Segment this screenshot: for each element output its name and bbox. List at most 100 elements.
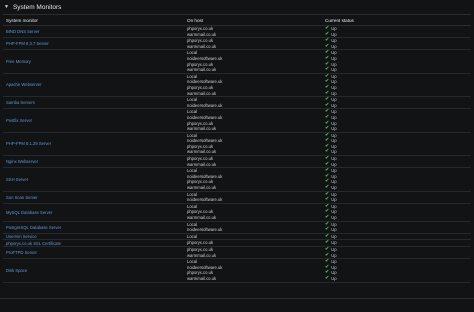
table-row: PostgreSQL Database Server Local noideerso… — [3, 221, 471, 234]
status-list: ✔ Up ✔ Up — [325, 155, 471, 168]
monitor-link[interactable]: PHP-FPM 8.3.7 Server — [6, 38, 187, 49]
host-name: Local — [187, 233, 198, 239]
monitor-link[interactable]: ProFTPD Server — [6, 247, 187, 258]
status-up: ✔ Up — [325, 125, 471, 132]
status-text: Up — [331, 240, 337, 246]
panel-header[interactable]: ▼ System Monitors — [0, 0, 474, 14]
host-name: warmmail.co.uk — [187, 275, 217, 281]
host-list: Local noideersoftware.uk phporyx.co.uk warm… — [187, 50, 325, 72]
host-list: phporyx.co.uk warmmail.co.uk — [187, 38, 325, 49]
host-list: Local noideersoftware.uk phporyx.co.uk warm… — [187, 133, 325, 155]
host-name: phporyx.co.uk — [187, 240, 214, 246]
host-name: warmmail.co.uk — [187, 215, 217, 220]
monitor-link[interactable]: PHP-FPM 8.1.29 Server — [6, 133, 187, 155]
monitor-link[interactable]: PostgreSQL Database Server — [6, 222, 187, 233]
host-name: warmmail.co.uk — [187, 90, 217, 96]
host-list: Local noideersoftware.uk — [187, 192, 325, 203]
host-name: warmmail.co.uk — [187, 31, 217, 37]
table-row: ProFTPD Server phporyx.co.uk warmmail.co.u… — [3, 246, 471, 260]
col-monitor[interactable]: System monitor — [6, 18, 187, 23]
status-up: ✔ Up — [325, 161, 471, 168]
status-text: Up — [331, 126, 337, 132]
status-text: Up — [331, 161, 337, 167]
status-text: Up — [331, 90, 337, 96]
table-row: Nginx Webserver phporyx.co.uk warmmail.co.… — [3, 155, 471, 169]
status-text: Up — [331, 31, 337, 37]
monitor-link[interactable]: Free Memory — [6, 50, 187, 72]
host-name: warmmail.co.uk — [187, 161, 217, 167]
check-icon: ✔ — [325, 274, 330, 281]
host-name: warmmail.co.uk — [187, 43, 217, 49]
table-row: Sun Scan Server Local noideersoftware.uk ✔ U… — [3, 191, 471, 204]
host-list: Local noideersoftware.uk phporyx.co.uk warm… — [187, 109, 325, 131]
monitor-link[interactable]: Nginx Webserver — [6, 156, 187, 167]
status-up: ✔ Up — [325, 102, 471, 109]
status-text: Up — [331, 185, 337, 191]
status-list: ✔ Up ✔ Up — [325, 191, 471, 203]
status-list: ✔ Up ✔ Up — [325, 38, 471, 49]
monitor-link[interactable]: SSH Server — [6, 168, 187, 190]
table-row: SSH Server Local noideersoftware.uk phporyx… — [3, 168, 471, 192]
status-text: Up — [331, 149, 337, 155]
host-name: noideersoftware.uk — [187, 197, 223, 203]
table-body: BIND DNS Server phporyx.co.uk warmmail.co.… — [3, 25, 471, 283]
check-icon: ✔ — [325, 66, 330, 73]
monitor-link[interactable]: Sun Scan Server — [6, 192, 187, 203]
status-text: Up — [331, 227, 337, 233]
check-icon: ✔ — [325, 226, 330, 233]
monitor-link[interactable]: phporyx.co.uk SSL Certificate — [6, 240, 187, 246]
status-up: ✔ Up — [325, 274, 471, 282]
monitor-link[interactable]: Apache Webserver — [6, 74, 187, 96]
monitors-table: System monitor On host Current status BI… — [3, 14, 471, 283]
host-list: Local — [187, 234, 325, 240]
host-name: warmmail.co.uk — [187, 67, 217, 73]
status-list: ✔ Up ✔ Up — [325, 25, 471, 38]
status-text: Up — [331, 43, 337, 49]
table-row: phporyx.co.uk SSL Certificate phporyx.co.… — [3, 240, 471, 247]
host-name: noideersoftware.uk — [187, 227, 223, 233]
monitor-link[interactable]: Samba Servers — [6, 97, 187, 108]
status-up: ✔ Up — [325, 31, 471, 38]
check-icon: ✔ — [325, 214, 330, 220]
status-text: Up — [331, 233, 337, 239]
host-name: warmmail.co.uk — [187, 252, 217, 258]
status-up: ✔ Up — [325, 252, 471, 259]
host-name: warmmail.co.uk — [187, 185, 217, 191]
status-up: ✔ Up — [325, 67, 471, 73]
host-list: Local noideersoftware.uk — [187, 222, 325, 233]
status-up: ✔ Up — [325, 184, 471, 191]
table-row: PHP-FPM 8.3.7 Server phporyx.co.uk warmmai… — [3, 38, 471, 51]
table-row: Free Memory Local noideersoftware.uk phpory… — [3, 50, 471, 74]
check-icon: ✔ — [325, 125, 330, 132]
monitor-link[interactable]: Postfix Server — [6, 109, 187, 131]
table-row: Apache Webserver Local noideersoftware.uk p… — [3, 73, 471, 98]
status-up: ✔ Up — [325, 197, 471, 203]
col-status[interactable]: Current status — [325, 18, 471, 23]
status-up: ✔ Up — [325, 90, 471, 97]
host-name: warmmail.co.uk — [187, 126, 217, 132]
host-name: warmmail.co.uk — [187, 149, 217, 155]
status-up: ✔ Up — [325, 227, 471, 233]
col-host[interactable]: On host — [187, 18, 325, 23]
monitor-link[interactable]: BIND DNS Server — [6, 26, 187, 37]
status-text: Up — [331, 252, 337, 258]
host-list: phporyx.co.uk warmmail.co.uk — [187, 247, 325, 258]
monitor-link[interactable]: Disk Space — [6, 259, 187, 281]
caret-down-icon[interactable]: ▼ — [4, 4, 9, 10]
panel-title: System Monitors — [12, 3, 62, 11]
status-list: ✔ Up ✔ Up ✔ Up ✔ Up — [325, 259, 471, 281]
host-list: phporyx.co.uk warmmail.co.uk — [187, 156, 325, 167]
status-text: Up — [331, 215, 337, 220]
status-list: ✔ Up ✔ Up ✔ Up ✔ Up — [325, 109, 471, 131]
monitor-link[interactable]: Usermin Service — [6, 234, 187, 240]
status-list: ✔ Up ✔ Up ✔ Up — [325, 203, 471, 221]
status-text: Up — [331, 67, 337, 73]
status-list: ✔ Up ✔ Up ✔ Up ✔ Up — [325, 168, 471, 190]
monitor-link[interactable]: MySQL Database Server — [6, 204, 187, 221]
status-up: ✔ Up — [325, 233, 471, 240]
table-row: PHP-FPM 8.1.29 Server Local noideersoftwar… — [3, 132, 471, 157]
status-list: ✔ Up — [325, 233, 471, 240]
status-list: ✔ Up ✔ Up — [325, 97, 471, 108]
host-list: Local noideersoftware.uk phporyx.co.uk warm… — [187, 74, 325, 96]
host-list: Local noideersoftware.uk phporyx.co.uk warm… — [187, 168, 325, 190]
